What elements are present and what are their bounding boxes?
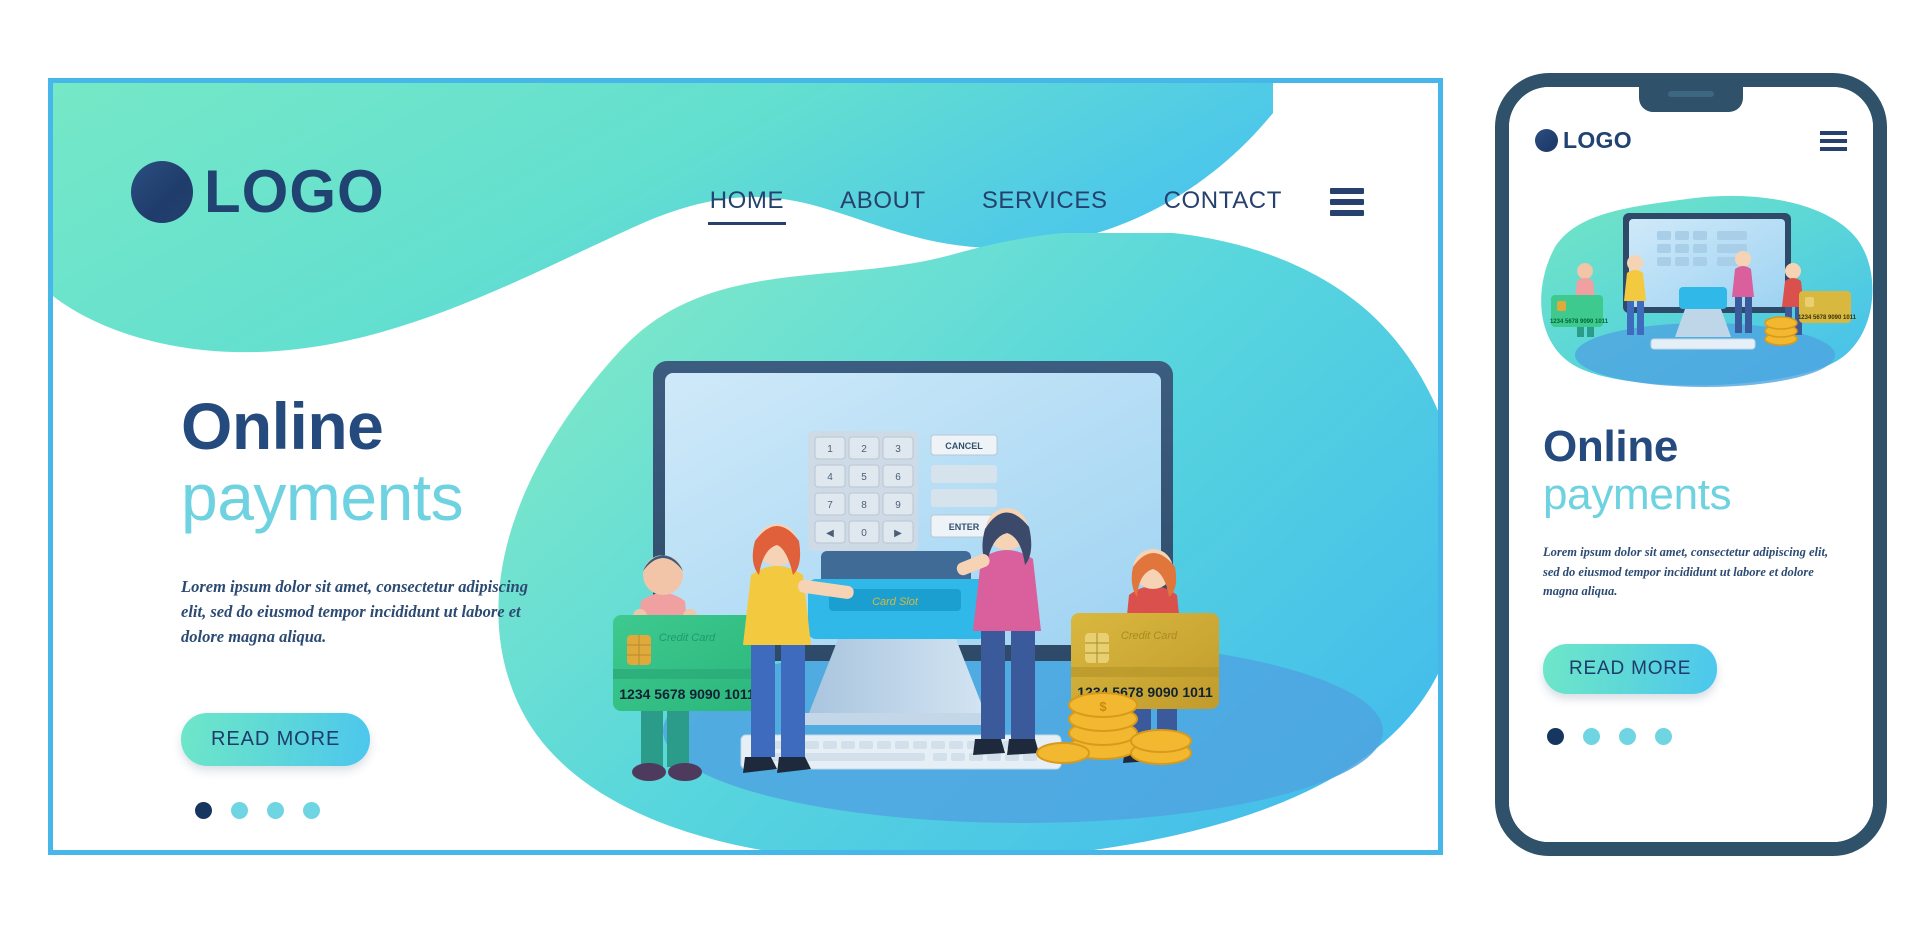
- svg-text:7: 7: [827, 500, 833, 511]
- hamburger-bar: [1330, 188, 1364, 194]
- hero-headline-primary: Online: [181, 389, 384, 463]
- svg-text:1234 5678 9090 1011: 1234 5678 9090 1011: [1798, 315, 1857, 321]
- nav-item-contact[interactable]: CONTACT: [1136, 187, 1310, 225]
- phone-carousel-dot-3[interactable]: [1619, 727, 1636, 745]
- hamburger-menu-icon[interactable]: [1330, 188, 1364, 216]
- svg-text:ENTER: ENTER: [949, 522, 980, 532]
- nav-item-about[interactable]: ABOUT: [812, 187, 954, 225]
- svg-text:8: 8: [861, 500, 867, 511]
- hero-headline-secondary: payments: [181, 460, 464, 535]
- nav-item-home[interactable]: HOME: [682, 187, 812, 225]
- phone-logo-text: LOGO: [1563, 127, 1632, 153]
- desktop-mockup-frame: LOGO HOME ABOUT SERVICES CONTACT Online: [48, 78, 1443, 855]
- desktop-hero-copy: Online payments Lorem ipsum dolor sit am…: [181, 389, 601, 819]
- carousel-dot-1[interactable]: [195, 801, 212, 819]
- phone-carousel-dot-4[interactable]: [1655, 727, 1672, 745]
- svg-text:2: 2: [861, 444, 867, 455]
- phone-viewport: LOGO 1234 5678 9090 1011 1234 5678 9090 …: [1509, 87, 1873, 842]
- svg-text:5: 5: [861, 472, 867, 483]
- svg-text:1234 5678 9090 1011: 1234 5678 9090 1011: [1550, 319, 1609, 325]
- svg-text:1: 1: [827, 444, 833, 455]
- svg-text:◀: ◀: [826, 528, 834, 539]
- svg-text:6: 6: [895, 472, 901, 483]
- logo-text: LOGO: [204, 158, 385, 225]
- svg-text:9: 9: [895, 500, 901, 511]
- carousel-dot-3[interactable]: [267, 801, 284, 819]
- phone-headline-primary: Online: [1543, 422, 1679, 471]
- phone-notch: [1639, 87, 1743, 112]
- svg-text:CANCEL: CANCEL: [945, 441, 983, 451]
- svg-text:Credit Card: Credit Card: [1121, 630, 1178, 642]
- circle-logo-icon: [131, 161, 193, 223]
- phone-screen-keys: [1657, 231, 1747, 266]
- credit-card-green: Credit Card 1234 5678 9090 1011: [613, 615, 761, 711]
- hamburger-bar: [1330, 210, 1364, 216]
- hamburger-bar: [1330, 199, 1364, 205]
- svg-text:0: 0: [861, 528, 867, 539]
- phone-keyboard: [1650, 338, 1756, 350]
- phone-hero-copy: Online payments Lorem ipsum dolor sit am…: [1543, 425, 1873, 745]
- desktop-navigation: HOME ABOUT SERVICES CONTACT: [682, 187, 1364, 225]
- svg-text:1234 5678 9090 1011: 1234 5678 9090 1011: [619, 686, 755, 702]
- circle-logo-icon: [1535, 129, 1558, 152]
- svg-text:Card Slot: Card Slot: [872, 596, 919, 608]
- carousel-dot-2[interactable]: [231, 801, 248, 819]
- screenshot-stage: LOGO HOME ABOUT SERVICES CONTACT Online: [0, 0, 1920, 928]
- desktop-logo[interactable]: LOGO: [131, 161, 385, 223]
- phone-headline-secondary: payments: [1543, 470, 1732, 519]
- phone-header: LOGO: [1509, 127, 1873, 154]
- phone-credit-card-green: 1234 5678 9090 1011: [1550, 295, 1609, 327]
- nav-item-services[interactable]: SERVICES: [954, 187, 1136, 225]
- desktop-viewport: LOGO HOME ABOUT SERVICES CONTACT Online: [53, 83, 1438, 850]
- desktop-header: LOGO HOME ABOUT SERVICES CONTACT: [53, 83, 1438, 263]
- svg-text:3: 3: [895, 444, 901, 455]
- svg-text:4: 4: [827, 472, 833, 483]
- phone-read-more-button[interactable]: READ MORE: [1543, 643, 1718, 694]
- svg-text:$: $: [1099, 699, 1107, 714]
- payment-illustration: 1 2 3 4 5 6 7 8 9 ◀ 0 ▶ CANCEL ENTER Card Slot…: [613, 361, 1383, 823]
- phone-carousel-dot-2[interactable]: [1583, 727, 1600, 745]
- hamburger-bar: [1820, 130, 1847, 135]
- phone-mockup-frame: LOGO 1234 5678 9090 1011 1234 5678 9090 …: [1495, 73, 1887, 856]
- phone-carousel-dots: [1543, 727, 1873, 745]
- svg-text:▶: ▶: [894, 528, 902, 539]
- hero-body-text: Lorem ipsum dolor sit amet, consectetur …: [181, 576, 528, 646]
- hamburger-bar: [1820, 146, 1847, 151]
- hamburger-bar: [1820, 138, 1847, 143]
- phone-carousel-dot-1[interactable]: [1547, 727, 1564, 745]
- phone-credit-card-gold: 1234 5678 9090 1011: [1798, 291, 1857, 323]
- read-more-button[interactable]: READ MORE: [181, 712, 371, 766]
- phone-body-text: Lorem ipsum dolor sit amet, consectetur …: [1543, 545, 1829, 599]
- phone-logo[interactable]: LOGO: [1535, 127, 1632, 154]
- phone-terminal: [1679, 287, 1727, 309]
- phone-coin-stack: [1764, 316, 1798, 346]
- carousel-dots: [181, 801, 601, 819]
- hamburger-menu-icon[interactable]: [1820, 130, 1847, 151]
- phone-payment-illustration: 1234 5678 9090 1011 1234 5678 9090 1011: [1541, 195, 1873, 387]
- svg-text:Credit Card: Credit Card: [659, 632, 716, 644]
- carousel-dot-4[interactable]: [303, 801, 320, 819]
- keypad-panel: 1 2 3 4 5 6 7 8 9 ◀ 0 ▶ CANCEL ENTER: [808, 431, 998, 551]
